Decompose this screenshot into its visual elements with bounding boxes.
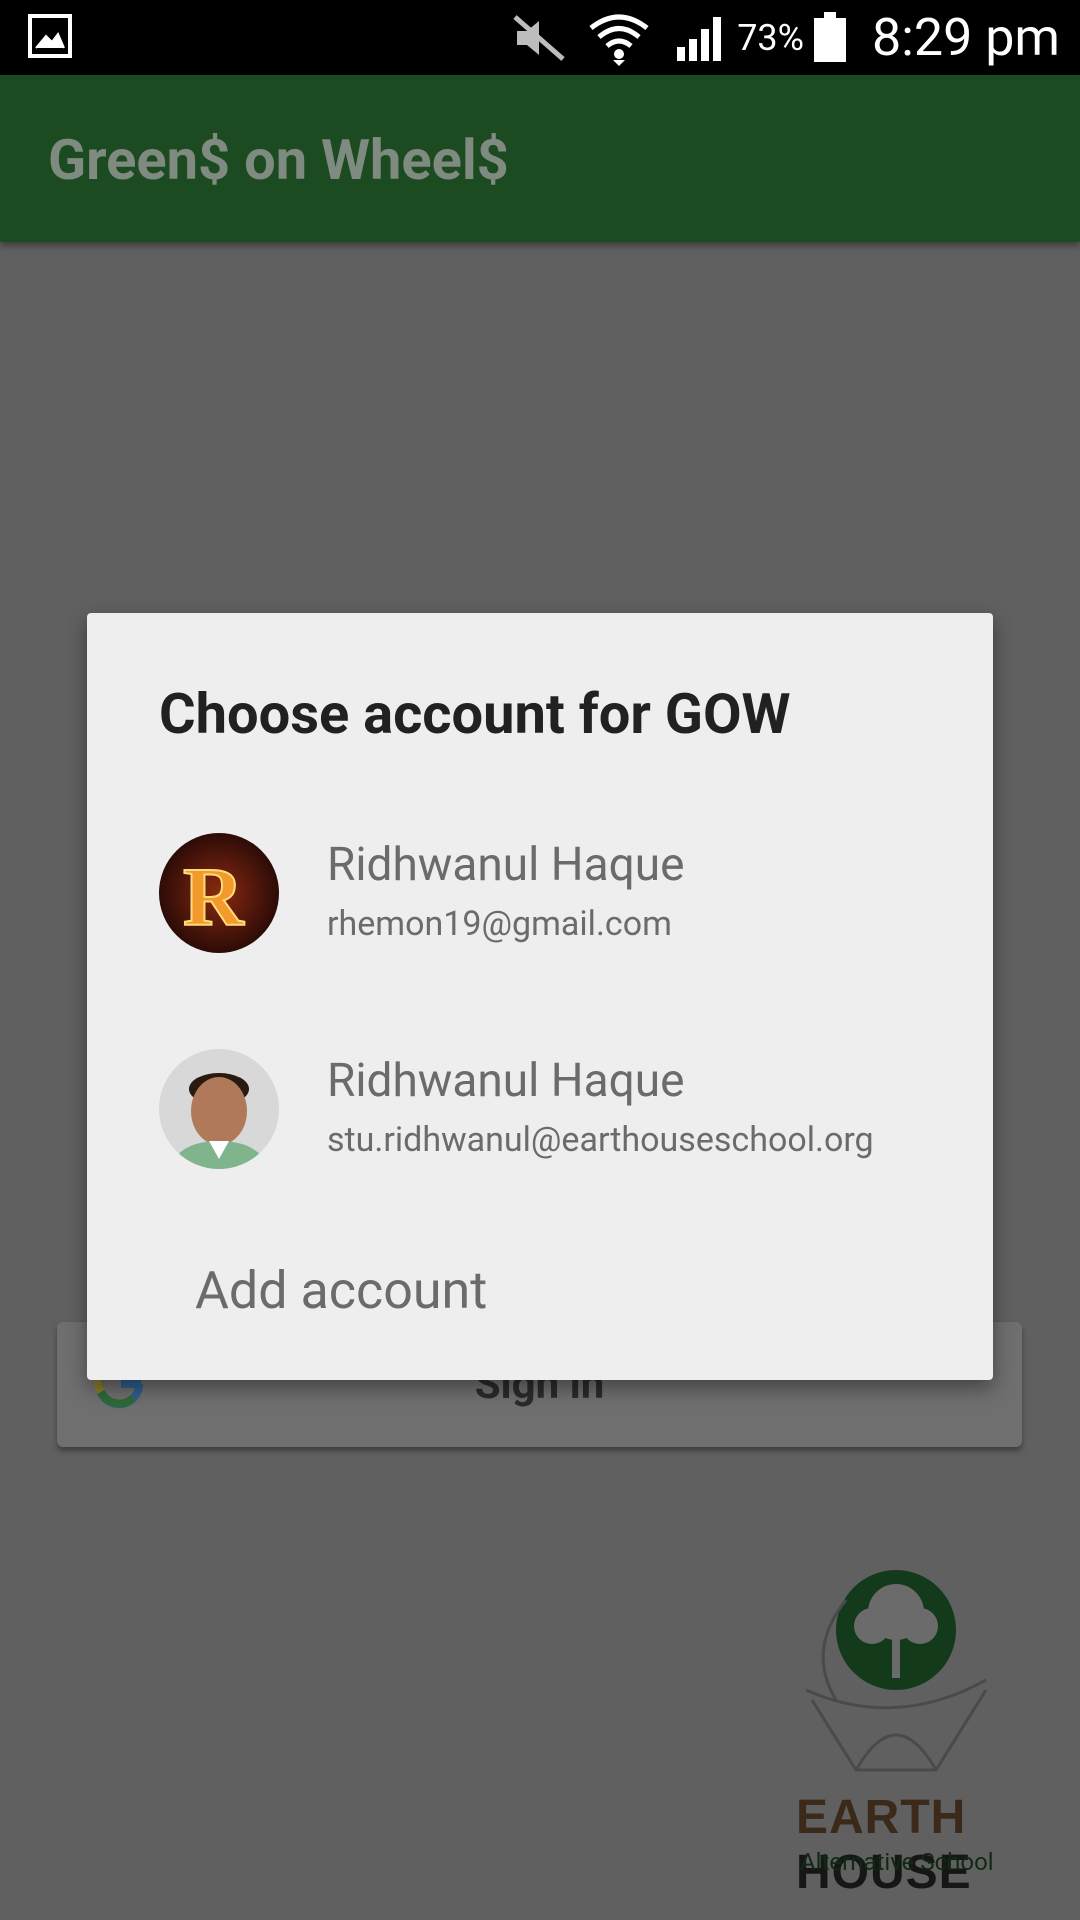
avatar: R (159, 833, 279, 953)
signal-icon (677, 16, 722, 61)
choose-account-dialog: Choose account for GOW R Ridhwanul Haque… (87, 613, 993, 1380)
mute-icon (513, 14, 565, 61)
account-item[interactable]: Ridhwanul Haque stu.ridhwanul@earthouses… (87, 1034, 993, 1234)
account-email: rhemon19@gmail.com (327, 904, 672, 944)
account-name: Ridhwanul Haque (327, 838, 685, 892)
account-email: stu.ridhwanul@earthouseschool.org (327, 1120, 874, 1160)
logo-subtitle: Alternative School (800, 1848, 994, 1876)
gallery-icon (28, 14, 72, 58)
avatar (159, 1049, 279, 1169)
add-account-button[interactable]: Add account (195, 1260, 487, 1321)
logo-word-earth: EARTH (796, 1791, 967, 1844)
svg-text:R: R (183, 851, 245, 944)
battery-percent: 73% (737, 16, 805, 59)
dialog-title: Choose account for GOW (159, 681, 791, 747)
app-bar: Green$ on Wheel$ (0, 75, 1080, 242)
status-bar: 73% 8:29 pm (0, 0, 1080, 75)
logo-title: EARTH HOUSE (796, 1790, 1080, 1900)
clock: 8:29 pm (872, 7, 1060, 68)
account-name: Ridhwanul Haque (327, 1054, 685, 1108)
wifi-icon (589, 14, 649, 66)
account-item[interactable]: R Ridhwanul Haque rhemon19@gmail.com (87, 818, 993, 1018)
battery-icon (814, 11, 847, 62)
app-title: Green$ on Wheel$ (48, 127, 509, 193)
